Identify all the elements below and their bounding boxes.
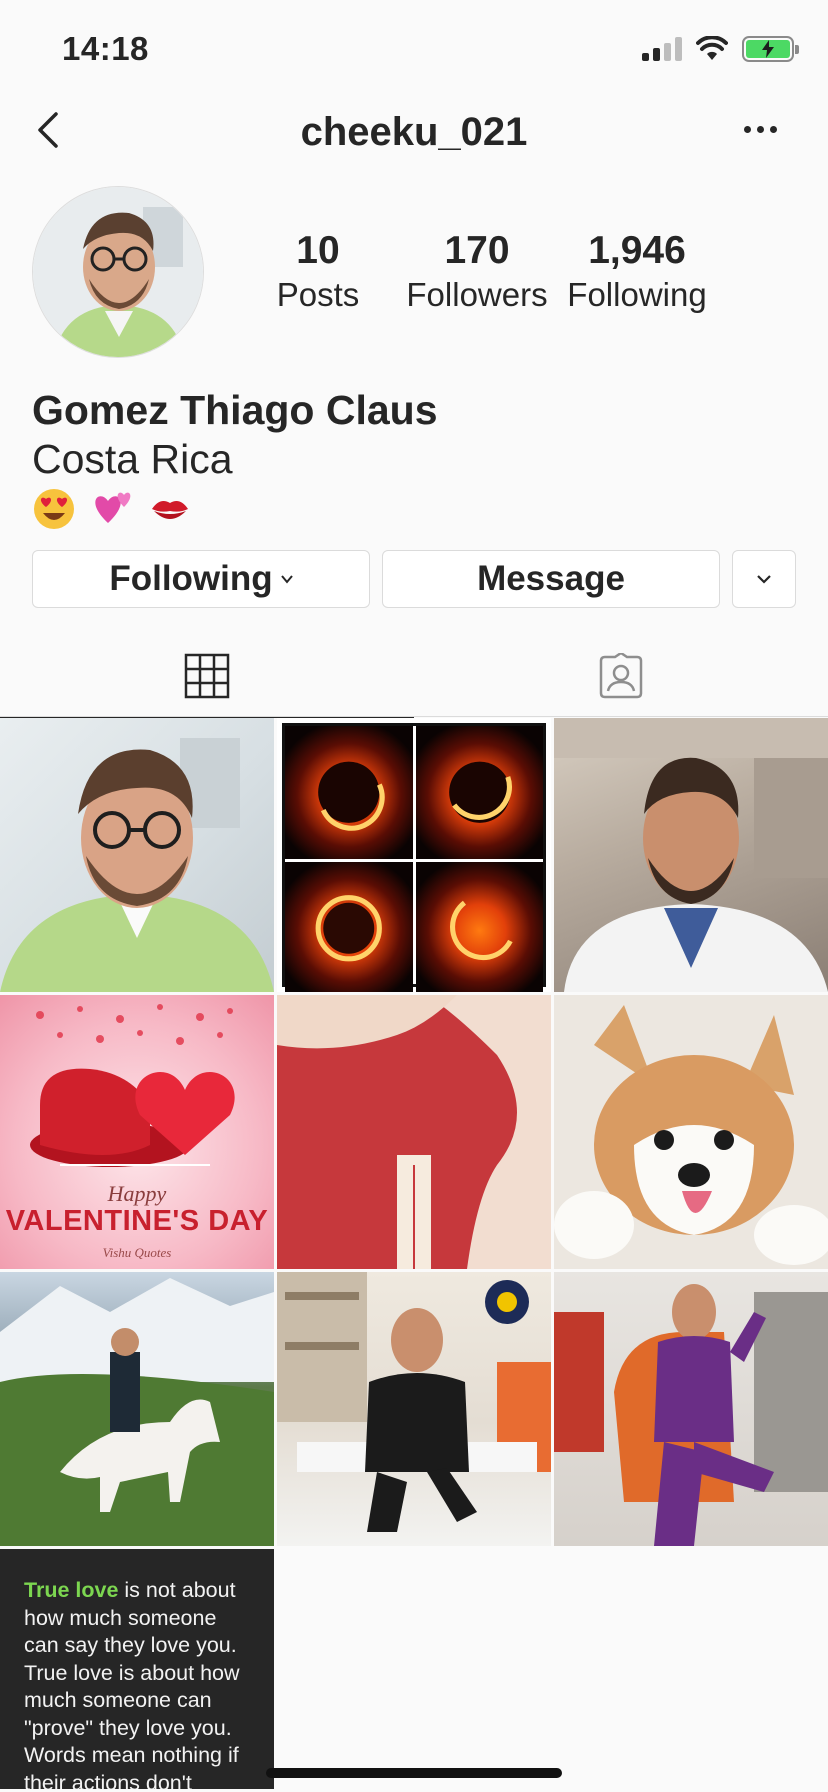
wifi-icon: [696, 36, 728, 60]
quote-body-text: is not about how much someone can say th…: [24, 1578, 240, 1789]
valentine-happy-text: Happy: [107, 1181, 167, 1206]
post-thumbnail[interactable]: [554, 995, 828, 1269]
following-count-label: Following: [567, 276, 707, 313]
following-count[interactable]: 1,946 Following: [564, 228, 710, 316]
profile-tabs: [0, 634, 828, 718]
post-thumbnail[interactable]: [277, 1272, 551, 1546]
suggested-accounts-button[interactable]: [732, 550, 796, 608]
posts-count[interactable]: 10 Posts: [270, 228, 366, 316]
battery-charging-icon: [742, 36, 799, 62]
kiss-mark-emoji: [152, 501, 188, 519]
chevron-down-icon: [757, 575, 771, 584]
valentine-signature-text: Vishu Quotes: [102, 1245, 172, 1260]
tagged-icon: [599, 653, 643, 699]
more-options-icon[interactable]: [744, 114, 784, 144]
following-button[interactable]: Following: [32, 550, 370, 608]
post-thumbnail[interactable]: Happy VALENTINE'S DAY Vishu Quotes: [0, 995, 274, 1269]
heart-eyes-emoji: [34, 489, 74, 529]
chevron-down-icon: [280, 575, 293, 584]
post-thumbnail[interactable]: [277, 995, 551, 1269]
followers-count[interactable]: 170 Followers: [404, 228, 550, 316]
profile-full-name: Gomez Thiago Claus: [32, 387, 438, 433]
two-hearts-emoji: [95, 492, 131, 523]
post-thumbnail[interactable]: [0, 1272, 274, 1546]
posts-grid: Happy VALENTINE'S DAY Vishu Quotes True …: [0, 718, 828, 1792]
profile-bio: Gomez Thiago Claus Costa Rica: [32, 384, 438, 532]
bio-emoji-row: [32, 486, 438, 532]
profile-stats: 10 Posts 170 Followers 1,946 Following: [0, 228, 828, 318]
following-button-label: Following: [109, 559, 273, 598]
status-time: 14:18: [62, 30, 149, 67]
profile-username: cheeku_021: [300, 110, 528, 154]
status-icons: [642, 34, 799, 64]
quote-post-thumbnail[interactable]: True love is not about how much someone …: [0, 1549, 274, 1789]
following-count-value: 1,946: [588, 229, 686, 272]
grid-icon: [184, 653, 230, 699]
post-thumbnail[interactable]: [277, 718, 551, 992]
tabs-divider: [0, 716, 828, 717]
valentine-title-text: VALENTINE'S DAY: [5, 1205, 269, 1237]
message-button[interactable]: Message: [382, 550, 720, 608]
post-thumbnail[interactable]: [0, 718, 274, 992]
home-indicator[interactable]: [266, 1768, 562, 1778]
status-bar: 14:18: [0, 0, 828, 96]
posts-count-value: 10: [296, 229, 340, 272]
followers-count-label: Followers: [406, 276, 548, 313]
message-button-label: Message: [477, 559, 625, 598]
tab-posts-grid[interactable]: [0, 634, 414, 718]
followers-count-value: 170: [444, 229, 510, 272]
posts-count-label: Posts: [276, 276, 360, 313]
profile-nav-bar: cheeku_021: [0, 96, 828, 168]
cellular-signal-icon: [642, 37, 682, 61]
tab-tagged[interactable]: [414, 634, 828, 718]
profile-location: Costa Rica: [32, 436, 233, 482]
post-thumbnail[interactable]: [554, 718, 828, 992]
quote-highlight-text: True love: [24, 1578, 119, 1602]
post-thumbnail[interactable]: [554, 1272, 828, 1546]
